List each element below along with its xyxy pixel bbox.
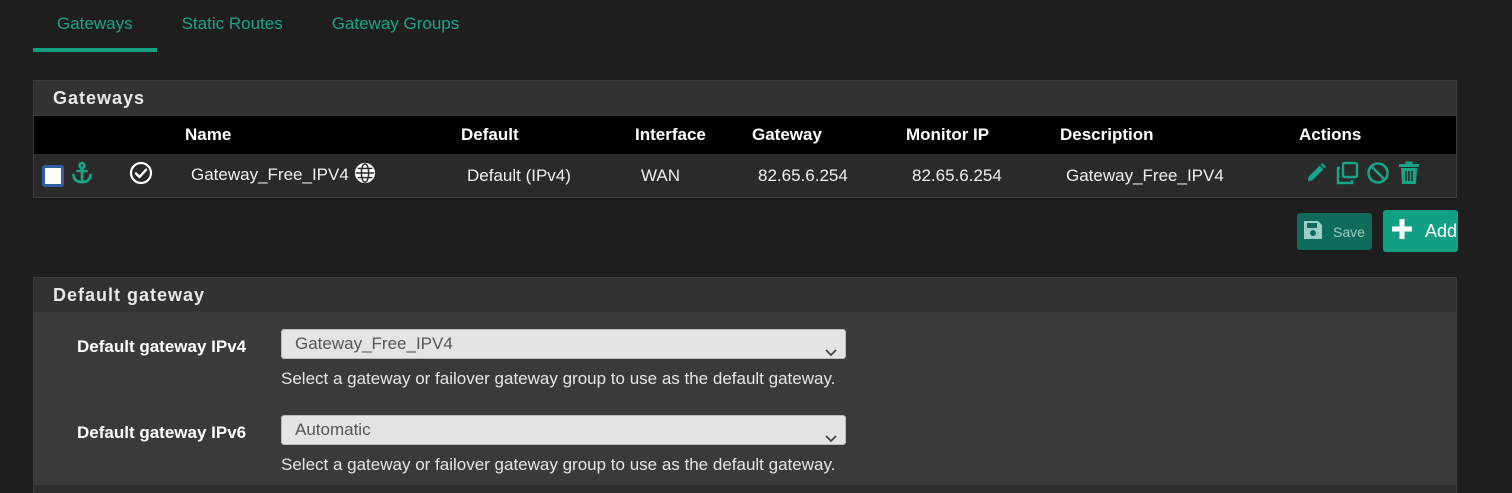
col-default: Default — [461, 116, 635, 154]
chevron-down-icon — [825, 425, 837, 453]
globe-icon — [354, 162, 376, 189]
gateways-panel: Gateways Name Default Interface Gateway … — [33, 80, 1457, 198]
col-interface: Interface — [635, 116, 752, 154]
save-button[interactable]: Save — [1297, 213, 1372, 250]
row-select-checkbox[interactable] — [42, 164, 64, 187]
col-gateway: Gateway — [752, 116, 906, 154]
gateway-description: Gateway_Free_IPV4 — [1060, 154, 1299, 197]
copy-icon[interactable] — [1335, 161, 1359, 190]
table-row[interactable]: Gateway_Free_IPV4 Default (IPv4) WAN 82.… — [34, 154, 1456, 197]
col-name: Name — [185, 116, 461, 154]
col-actions: Actions — [1299, 116, 1456, 154]
tab-static-routes[interactable]: Static Routes — [157, 0, 308, 52]
gateway-address: 82.65.6.254 — [752, 154, 906, 197]
default-gateway-panel-title: Default gateway — [34, 278, 1456, 313]
chevron-down-icon — [825, 339, 837, 367]
col-monitor-ip: Monitor IP — [906, 116, 1060, 154]
tab-bar: Gateways Static Routes Gateway Groups — [33, 0, 483, 55]
table-header-row: Name Default Interface Gateway Monitor I… — [34, 116, 1456, 154]
gateway-name: Gateway_Free_IPV4 — [191, 164, 349, 184]
default-gateway-ipv6-select[interactable]: Automatic — [281, 415, 846, 445]
default-gateway-ipv6-value: Automatic — [295, 420, 371, 439]
anchor-icon — [70, 161, 94, 190]
gateway-monitor-ip: 82.65.6.254 — [906, 154, 1060, 197]
default-gateway-ipv4-select[interactable]: Gateway_Free_IPV4 — [281, 329, 846, 359]
tab-gateways[interactable]: Gateways — [33, 0, 157, 52]
default-gateway-ipv4-value: Gateway_Free_IPV4 — [295, 334, 453, 353]
save-button-label: Save — [1333, 223, 1365, 240]
tab-gateway-groups[interactable]: Gateway Groups — [308, 0, 484, 52]
plus-icon — [1392, 218, 1412, 244]
default-gateway-ipv4-help: Select a gateway or failover gateway gro… — [281, 369, 836, 388]
check-circle-icon — [129, 161, 153, 190]
col-description: Description — [1060, 116, 1299, 154]
col-select — [34, 116, 185, 154]
gateway-interface: WAN — [635, 154, 752, 197]
add-button[interactable]: Add — [1383, 210, 1458, 252]
default-gateway-ipv4-label: Default gateway IPv4 — [77, 337, 247, 356]
default-gateway-panel: Default gateway Default gateway IPv4 Gat… — [33, 277, 1457, 493]
save-icon — [1303, 220, 1323, 243]
default-gateway-ipv4-row: Default gateway IPv4 Gateway_Free_IPV4 S… — [34, 313, 1456, 399]
trash-icon[interactable] — [1398, 161, 1420, 190]
default-gateway-ipv6-label: Default gateway IPv6 — [77, 423, 247, 442]
gateways-panel-title: Gateways — [34, 81, 1456, 116]
disable-icon[interactable] — [1366, 161, 1390, 190]
gateways-table: Name Default Interface Gateway Monitor I… — [34, 116, 1456, 197]
gateway-default: Default (IPv4) — [461, 154, 635, 197]
row-actions — [1299, 154, 1456, 197]
add-button-label: Add — [1425, 220, 1458, 241]
default-gateway-ipv6-help: Select a gateway or failover gateway gro… — [281, 455, 836, 474]
pencil-icon[interactable] — [1305, 162, 1327, 189]
default-gateway-ipv6-row: Default gateway IPv6 Automatic Select a … — [34, 399, 1456, 485]
